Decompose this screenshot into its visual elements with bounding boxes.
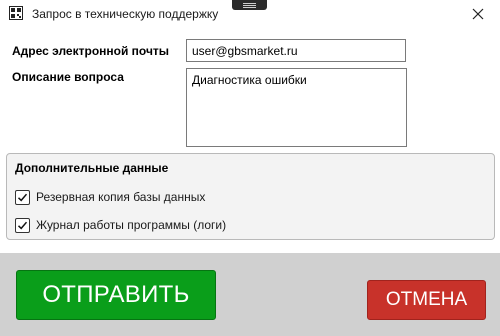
email-label: Адрес электронной почты — [12, 44, 170, 58]
send-button[interactable]: ОТПРАВИТЬ — [16, 270, 216, 320]
check-icon — [17, 221, 28, 229]
close-icon[interactable] — [470, 6, 486, 22]
description-label: Описание вопроса — [12, 70, 124, 84]
email-field[interactable] — [186, 39, 406, 62]
qr-icon — [9, 6, 23, 20]
logs-checkbox[interactable] — [15, 217, 30, 233]
description-textarea[interactable]: Диагностика ошибки — [186, 68, 407, 147]
title-bar[interactable]: Запрос в техническую поддержку — [0, 0, 500, 30]
window-title: Запрос в техническую поддержку — [32, 7, 219, 21]
check-icon — [17, 193, 28, 201]
backup-checkbox[interactable] — [15, 189, 30, 205]
cancel-button[interactable]: ОТМЕНА — [367, 280, 486, 320]
drag-handle[interactable] — [232, 0, 267, 10]
logs-option[interactable]: Журнал работы программы (логи) — [15, 216, 226, 234]
backup-option[interactable]: Резервная копия базы данных — [15, 188, 205, 206]
additional-data-group: Дополнительные данные Резервная копия ба… — [6, 153, 495, 240]
backup-label: Резервная копия базы данных — [36, 190, 206, 204]
group-title: Дополнительные данные — [15, 161, 169, 175]
logs-label: Журнал работы программы (логи) — [36, 218, 227, 232]
